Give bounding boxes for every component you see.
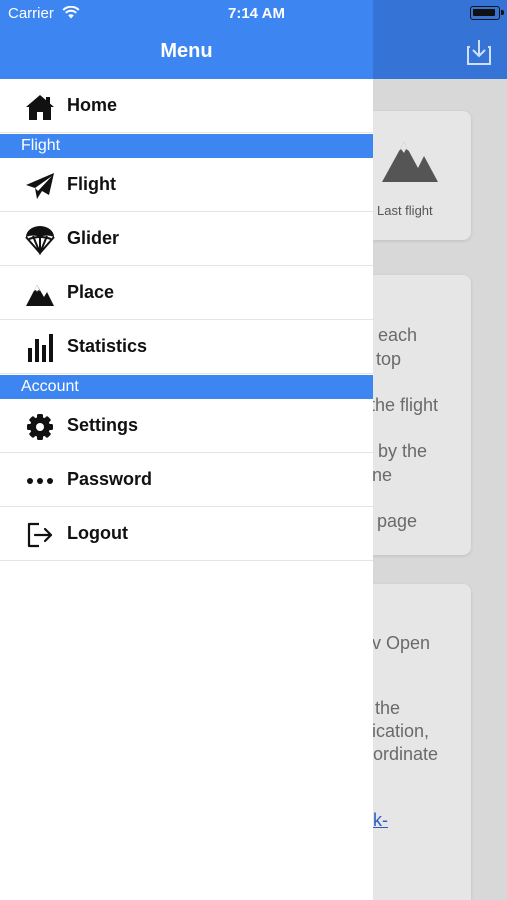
menu-item-logout[interactable]: Logout — [0, 507, 373, 561]
text-fragment: ordinate — [373, 744, 439, 764]
menu-item-label: Glider — [67, 228, 120, 248]
text-fragment: f each — [368, 325, 418, 345]
menu-item-password[interactable]: Password — [0, 453, 373, 507]
section-title: Account — [21, 378, 79, 395]
menu-item-statistics[interactable]: Statistics — [0, 320, 373, 374]
text-fragment: the flight — [370, 395, 439, 415]
last-flight-card[interactable]: Last flight — [360, 111, 471, 240]
mountain-icon — [382, 142, 438, 182]
last-flight-caption: Last flight — [377, 203, 433, 218]
section-header-account: Account — [0, 375, 373, 399]
menu-item-label: Settings — [67, 415, 139, 435]
home-icon — [24, 91, 55, 122]
menu-item-label: Place — [67, 282, 115, 302]
battery-icon — [470, 6, 504, 20]
text-fragment: page — [377, 511, 418, 531]
menu-item-flight[interactable]: Flight — [0, 158, 373, 212]
download-icon[interactable] — [466, 38, 492, 66]
text-fragment: ication, — [372, 721, 430, 741]
status-time: 7:14 AM — [228, 5, 285, 22]
side-menu-drawer: Menu Home Flight Flight Glider Place Sta… — [0, 0, 373, 900]
menu-item-label: Password — [67, 469, 153, 489]
menu-item-place[interactable]: Place — [0, 266, 373, 320]
text-fragment: v Open — [372, 633, 431, 653]
section-title: Flight — [21, 137, 61, 154]
drawer-title: Menu — [160, 40, 213, 62]
menu-item-label: Statistics — [67, 336, 148, 356]
menu-item-label: Logout — [67, 523, 128, 543]
menu-item-home[interactable]: Home — [0, 79, 373, 133]
gear-icon — [24, 411, 55, 442]
wifi-icon — [62, 6, 80, 19]
text-fragment: by the — [378, 441, 428, 461]
menu-item-settings[interactable]: Settings — [0, 399, 373, 453]
logout-icon — [24, 519, 55, 550]
status-bar: Carrier 7:14 AM — [0, 0, 507, 26]
parachute-icon — [24, 224, 55, 255]
text-link-fragment[interactable]: k- — [373, 810, 388, 831]
text-fragment: top — [376, 349, 402, 369]
menu-item-label: Home — [67, 95, 118, 115]
paper-plane-icon — [24, 170, 55, 201]
mountain-icon — [24, 278, 55, 309]
menu-item-label: Flight — [67, 174, 116, 194]
carrier-label: Carrier — [8, 5, 54, 22]
dots-icon — [24, 465, 55, 496]
text-fragment: the — [375, 698, 401, 718]
menu-item-glider[interactable]: Glider — [0, 212, 373, 266]
text-fragment: ne — [372, 465, 393, 485]
bar-chart-icon — [24, 332, 55, 363]
section-header-flight: Flight — [0, 134, 373, 158]
